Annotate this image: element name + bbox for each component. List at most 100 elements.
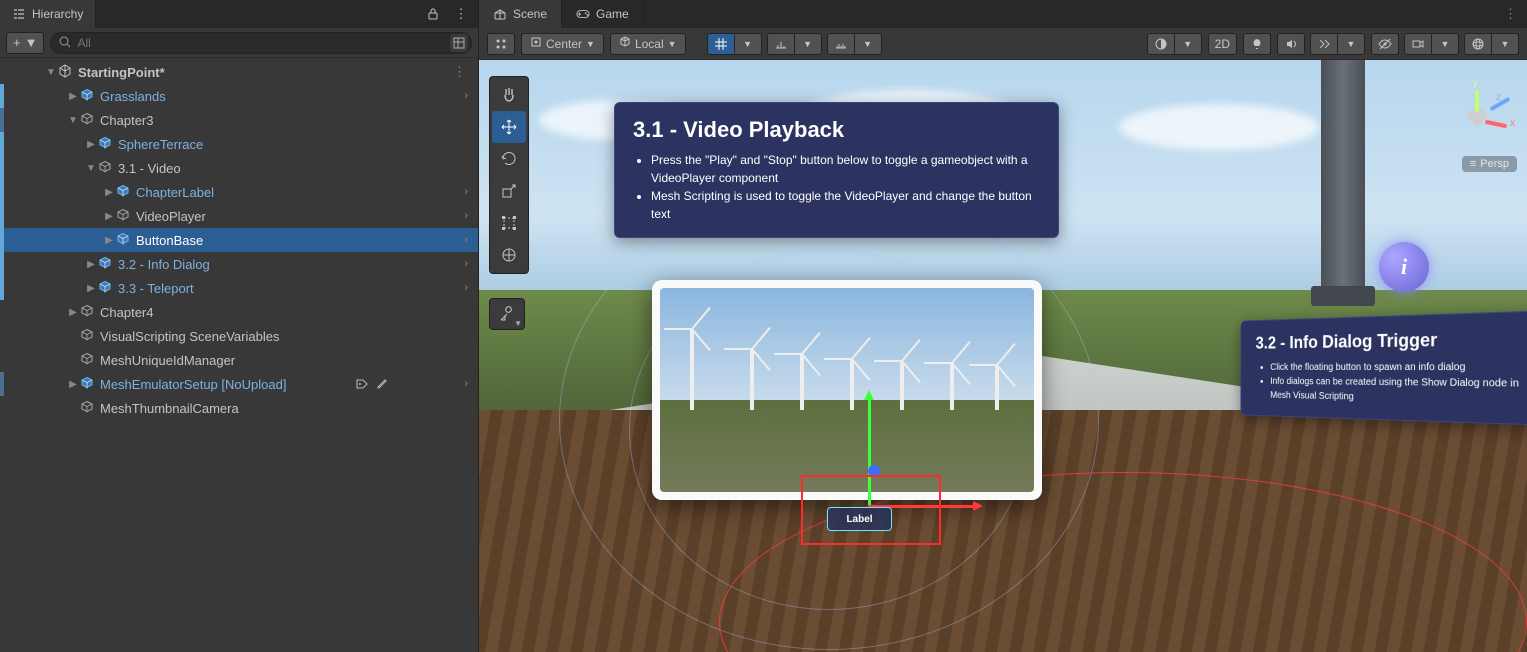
- camera-projection-button[interactable]: ≡ Persp: [1462, 156, 1517, 172]
- center-icon: [530, 36, 542, 51]
- custom-tools-strip: ▼: [489, 298, 525, 330]
- create-dropdown[interactable]: + ▼: [6, 32, 44, 54]
- scene-root[interactable]: ▼ StartingPoint* ⋮: [0, 60, 478, 84]
- video-player-frame: [652, 280, 1042, 500]
- panel-3-1-bullet-2: Mesh Scripting is used to toggle the Vid…: [651, 187, 1040, 223]
- view-tool-button[interactable]: [492, 79, 526, 111]
- custom-tools-button[interactable]: ▼: [490, 299, 524, 329]
- lock-icon[interactable]: [424, 5, 442, 23]
- lighting-toggle-button[interactable]: [1243, 33, 1271, 55]
- handle-rotation-dropdown[interactable]: Local ▼: [610, 33, 686, 55]
- scene-context-menu-icon[interactable]: ⋮: [453, 64, 466, 80]
- hierarchy-item-uidmgr[interactable]: MeshUniqueIdManager: [0, 348, 478, 372]
- tag-icon: [355, 376, 369, 393]
- pivot-mode-dropdown[interactable]: Center ▼: [521, 33, 604, 55]
- tab-scene[interactable]: Scene: [479, 0, 562, 28]
- fold-icon[interactable]: ▼: [44, 67, 58, 78]
- open-prefab-chevron-icon[interactable]: ›: [464, 90, 468, 102]
- grid-snap-button[interactable]: [707, 33, 735, 55]
- gameobject-cube-icon: [80, 112, 96, 128]
- hierarchy-item-grasslands[interactable]: ▶ Grasslands ›: [0, 84, 478, 108]
- fx-dropdown[interactable]: ▼: [1337, 33, 1365, 55]
- gameobject-cube-icon: [80, 352, 96, 368]
- fold-icon[interactable]: ▶: [102, 235, 116, 246]
- info-dialog-trigger-button[interactable]: i: [1379, 242, 1429, 292]
- camera-button[interactable]: [1404, 33, 1432, 55]
- fold-icon[interactable]: ▶: [84, 139, 98, 150]
- hierarchy-tab[interactable]: Hierarchy: [0, 0, 96, 28]
- open-prefab-chevron-icon[interactable]: ›: [464, 234, 468, 246]
- hierarchy-item-video[interactable]: ▼ 3.1 - Video: [0, 156, 478, 180]
- fold-icon[interactable]: ▶: [66, 307, 80, 318]
- tab-game[interactable]: Game: [562, 0, 644, 28]
- hierarchy-tab-label: Hierarchy: [32, 7, 83, 21]
- hierarchy-item-label: ChapterLabel: [136, 185, 214, 200]
- orientation-gizmo[interactable]: x y z: [1445, 84, 1509, 148]
- draw-mode-button[interactable]: [1147, 33, 1175, 55]
- hierarchy-item-emulator[interactable]: ▶ MeshEmulatorSetup [NoUpload] ›: [0, 372, 478, 396]
- fold-icon[interactable]: ▶: [84, 259, 98, 270]
- gizmos-button[interactable]: [1464, 33, 1492, 55]
- chevron-down-icon: ▼: [25, 35, 38, 50]
- snap-increment-button[interactable]: [767, 33, 795, 55]
- hierarchy-item-buttonbase[interactable]: ▶ ButtonBase ›: [0, 228, 478, 252]
- hierarchy-item-label: 3.1 - Video: [118, 161, 181, 176]
- snap-increment-dropdown[interactable]: ▼: [794, 33, 822, 55]
- hierarchy-item-videoplayer[interactable]: ▶VideoPlayer›: [0, 204, 478, 228]
- tool-options-button[interactable]: [487, 33, 515, 55]
- search-type-button[interactable]: [450, 34, 468, 52]
- scene-panel-menu-icon[interactable]: ⋮: [1504, 6, 1517, 22]
- fold-icon[interactable]: ▼: [84, 163, 98, 174]
- draw-mode-dropdown[interactable]: ▼: [1174, 33, 1202, 55]
- open-prefab-chevron-icon[interactable]: ›: [464, 282, 468, 294]
- hierarchy-item-chapterlabel[interactable]: ▶ ChapterLabel ›: [0, 180, 478, 204]
- camera-dropdown[interactable]: ▼: [1431, 33, 1459, 55]
- hierarchy-panel: Hierarchy ⋮ + ▼ ▼: [0, 0, 479, 652]
- hierarchy-item-chapter3[interactable]: ▼Chapter3: [0, 108, 478, 132]
- visibility-toggle-button[interactable]: [1371, 33, 1399, 55]
- hierarchy-item-thumbcam[interactable]: MeshThumbnailCamera: [0, 396, 478, 420]
- grid-snap-dropdown[interactable]: ▼: [734, 33, 762, 55]
- open-prefab-chevron-icon[interactable]: ›: [464, 210, 468, 222]
- incremental-snap-dropdown[interactable]: ▼: [854, 33, 882, 55]
- chevron-down-icon: ▼: [668, 39, 677, 49]
- fold-icon[interactable]: ▶: [84, 283, 98, 294]
- fold-icon[interactable]: ▶: [66, 379, 80, 390]
- edit-icon: [375, 376, 389, 393]
- hierarchy-item-sphere[interactable]: ▶SphereTerrace: [0, 132, 478, 156]
- incremental-snap-button[interactable]: [827, 33, 855, 55]
- hierarchy-item-label: Grasslands: [100, 89, 166, 104]
- hierarchy-item-label: MeshEmulatorSetup [NoUpload]: [100, 377, 286, 392]
- open-prefab-chevron-icon[interactable]: ›: [464, 186, 468, 198]
- scene-viewport[interactable]: 3.1 - Video Playback Press the "Play" an…: [479, 60, 1527, 652]
- move-tool-button[interactable]: [492, 111, 526, 143]
- fold-icon[interactable]: ▼: [66, 115, 80, 126]
- gizmos-dropdown[interactable]: ▼: [1491, 33, 1519, 55]
- fold-icon[interactable]: ▶: [66, 91, 80, 102]
- hierarchy-item-teleport[interactable]: ▶ 3.3 - Teleport ›: [0, 276, 478, 300]
- fx-toggle-button[interactable]: [1310, 33, 1338, 55]
- transform-tool-button[interactable]: [492, 239, 526, 271]
- rect-tool-button[interactable]: [492, 207, 526, 239]
- hierarchy-search-input[interactable]: [50, 32, 472, 54]
- audio-toggle-button[interactable]: [1277, 33, 1305, 55]
- open-prefab-chevron-icon[interactable]: ›: [464, 378, 468, 390]
- hierarchy-item-infodlg[interactable]: ▶3.2 - Info Dialog›: [0, 252, 478, 276]
- tab-scene-label: Scene: [513, 7, 547, 21]
- button-base-object[interactable]: Label: [827, 507, 892, 531]
- rotate-tool-button[interactable]: [492, 143, 526, 175]
- scale-tool-button[interactable]: [492, 175, 526, 207]
- scene-root-label: StartingPoint*: [78, 65, 165, 80]
- panel-menu-icon[interactable]: ⋮: [452, 5, 470, 23]
- fold-icon[interactable]: ▶: [102, 187, 116, 198]
- fold-icon[interactable]: ▶: [102, 211, 116, 222]
- hierarchy-item-vsvars[interactable]: VisualScripting SceneVariables: [0, 324, 478, 348]
- hierarchy-item-label: 3.3 - Teleport: [118, 281, 194, 296]
- hierarchy-item-label: ButtonBase: [136, 233, 203, 248]
- scene-tab-icon: [493, 7, 507, 21]
- hierarchy-item-chapter4[interactable]: ▶Chapter4: [0, 300, 478, 324]
- 2d-toggle-button[interactable]: 2D: [1208, 33, 1237, 55]
- open-prefab-chevron-icon[interactable]: ›: [464, 258, 468, 270]
- prefab-cube-icon: [80, 88, 96, 104]
- gameobject-cube-icon: [98, 160, 114, 176]
